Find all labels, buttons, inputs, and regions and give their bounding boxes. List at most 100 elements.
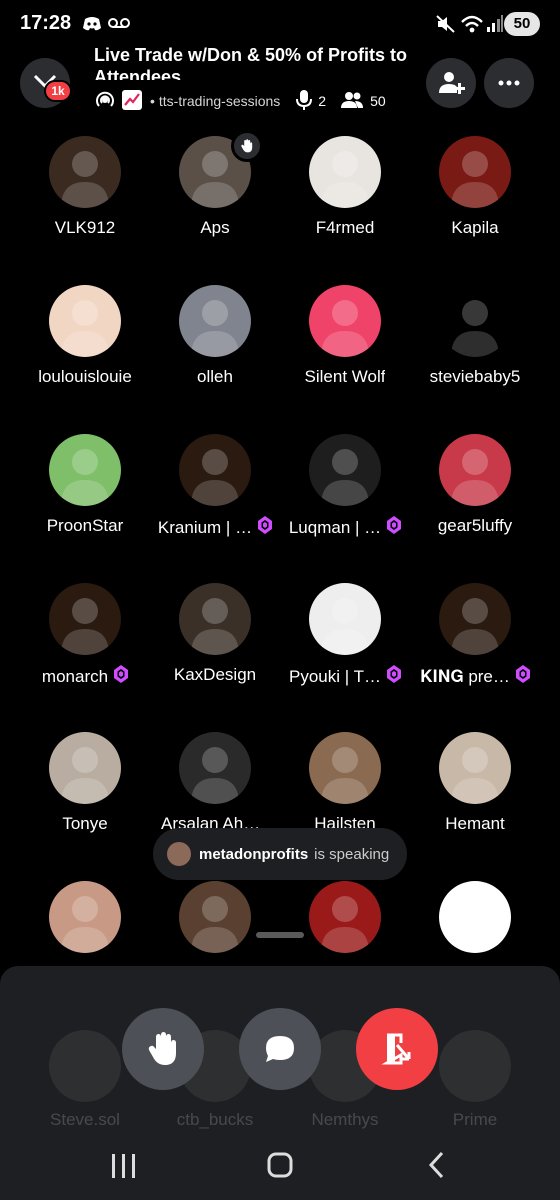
participant-avatar: [49, 136, 121, 208]
participant-name-row: monarch: [20, 665, 150, 688]
invite-button[interactable]: [426, 58, 476, 108]
toast-speaker-name: metadonprofits: [199, 845, 309, 863]
chat-button[interactable]: [239, 1008, 321, 1090]
participant-name-row: olleh: [150, 367, 280, 387]
participant-tile[interactable]: KaxDesign: [150, 577, 280, 707]
participant-name: Pyouki | T…: [289, 666, 381, 686]
participant-name: F4rmed: [315, 218, 375, 237]
chart-increasing-icon: [122, 89, 142, 113]
participant-avatar: [439, 136, 511, 208]
participant-name: Kapila: [451, 218, 499, 237]
participant-avatar: [179, 583, 251, 655]
more-options-button[interactable]: [484, 58, 534, 108]
participant-tile[interactable]: VLK912: [20, 130, 150, 260]
participant-tile[interactable]: 𝐊𝐈𝐍𝐆 pre…: [410, 577, 540, 707]
participant-tile[interactable]: monarch: [20, 577, 150, 707]
signal-icon: [486, 15, 504, 38]
participant-avatar: [49, 583, 121, 655]
participant-tile[interactable]: loulouislouie: [20, 279, 150, 409]
participant-name: Hemant: [445, 814, 505, 833]
speakers-count: 2: [318, 93, 327, 109]
stage-meta: • tts-trading-sessions 2 50: [94, 89, 400, 113]
server-booster-icon: [258, 516, 273, 539]
participant-name: Luqman | …: [288, 517, 382, 537]
obscured-avatar: [439, 1030, 511, 1102]
meta-separator: •: [150, 93, 155, 109]
participant-tile[interactable]: Hemant: [410, 726, 540, 856]
participant-tile[interactable]: olleh: [150, 279, 280, 409]
participant-name: 𝐊𝐈𝐍𝐆 pre…: [420, 666, 510, 686]
status-bar: 17:28 50: [0, 0, 560, 48]
listeners-count: 50: [370, 93, 386, 109]
participant-tile[interactable]: Kranium | …: [150, 428, 280, 558]
server-booster-icon: [515, 665, 530, 688]
notification-badge: 1k: [44, 80, 72, 102]
channel-name: tts-trading-sessions: [158, 93, 281, 109]
recents-icon: [112, 1154, 135, 1178]
participant-tile[interactable]: Kapila: [410, 130, 540, 260]
home-button[interactable]: [260, 1148, 300, 1184]
raise-hand-button[interactable]: [122, 1008, 204, 1090]
participant-tile[interactable]: ProonStar: [20, 428, 150, 558]
participant-name: VLK912: [54, 218, 116, 237]
status-time: 17:28: [20, 12, 72, 34]
participant-tile[interactable]: Pyouki | T…: [280, 577, 410, 707]
participant-tile[interactable]: F4rmed: [280, 130, 410, 260]
participant-name-row: Kranium | …: [150, 516, 280, 539]
participant-name-row: loulouislouie: [20, 367, 150, 387]
participant-avatar: [49, 732, 121, 804]
participant-name-row: VLK912: [20, 218, 150, 238]
participant-name-row: Silent Wolf: [280, 367, 410, 387]
participant-avatar: [439, 434, 511, 506]
participant-name: gear5luffy: [437, 516, 513, 535]
leave-stage-button[interactable]: [356, 1008, 438, 1090]
recent-apps-button[interactable]: [104, 1148, 144, 1184]
participant-name-row: ProonStar: [20, 516, 150, 536]
participant-avatar: [309, 434, 381, 506]
participant-tile[interactable]: Tonye: [20, 726, 150, 856]
participant-avatar: [309, 136, 381, 208]
sheet-drag-handle[interactable]: [256, 932, 304, 938]
speaking-toast: metadonprofits is speaking: [153, 828, 407, 880]
participant-tile[interactable]: gear5luffy: [410, 428, 540, 558]
participant-name: Silent Wolf: [304, 367, 386, 386]
server-booster-icon: [387, 516, 402, 539]
participant-name: loulouislouie: [38, 367, 132, 386]
participant-name-row: KaxDesign: [150, 665, 280, 685]
participant-tile[interactable]: Luqman | …: [280, 428, 410, 558]
listeners-icon: [340, 91, 364, 112]
participant-name-row: steviebaby5: [410, 367, 540, 387]
server-booster-icon: [114, 665, 129, 688]
server-booster-icon: [386, 665, 401, 688]
chat-bubble-icon: [266, 1036, 294, 1062]
participant-name-row: F4rmed: [280, 218, 410, 238]
stage-title: Live Trade w/Don & 50% of Profits to Att…: [94, 45, 408, 80]
participant-name-row: Hemant: [410, 814, 540, 834]
participant-name: ProonStar: [46, 516, 124, 535]
participant-tile[interactable]: Silent Wolf: [280, 279, 410, 409]
participant-tile[interactable]: steviebaby5: [410, 279, 540, 409]
back-arrow-icon: [428, 1151, 444, 1179]
participant-name: steviebaby5: [429, 367, 521, 386]
voicemail-icon: [108, 16, 130, 35]
more-icon: [498, 80, 520, 86]
participant-name: monarch: [41, 666, 109, 686]
wifi-icon: [460, 14, 484, 39]
participant-avatar: [439, 583, 511, 655]
participant-avatar: [179, 881, 251, 953]
participant-avatar: [309, 583, 381, 655]
participant-avatar: [309, 881, 381, 953]
battery-indicator: 50: [504, 12, 540, 36]
toast-avatar: [167, 842, 191, 866]
participant-avatar: [309, 732, 381, 804]
back-button[interactable]: [418, 1148, 458, 1184]
discord-notification-icon: [82, 16, 102, 37]
obscured-participant-name: Nemthys: [311, 1110, 379, 1129]
mute-icon: [436, 15, 456, 38]
participant-name-row: Tonye: [20, 814, 150, 834]
participant-tile[interactable]: Aps: [150, 130, 280, 260]
participant-avatar: [49, 434, 121, 506]
participant-name-row: 𝐊𝐈𝐍𝐆 pre…: [410, 665, 540, 688]
participant-avatar: [309, 285, 381, 357]
participant-avatar: [179, 285, 251, 357]
